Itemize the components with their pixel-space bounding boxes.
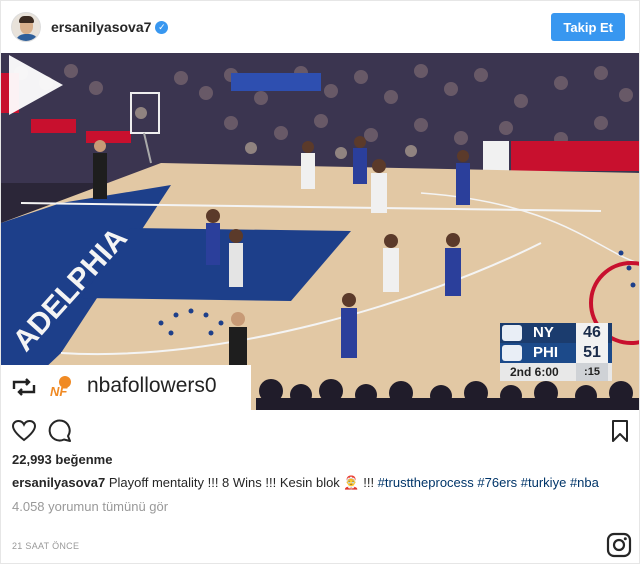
repost-icon bbox=[12, 378, 36, 396]
heart-icon[interactable] bbox=[11, 419, 37, 443]
follow-button[interactable]: Takip Et bbox=[551, 13, 625, 41]
quarter-clock: 2nd 6:00 bbox=[510, 365, 559, 379]
post-header: ersanilyasova7 ✓ Takip Et bbox=[1, 1, 639, 53]
caption-text: Playoff mentality !!! 8 Wins !!! Kesin b… bbox=[105, 475, 378, 490]
video-player[interactable]: ADELPHIA NY 46 PHI 51 2nd 6:00:15 NF nb… bbox=[1, 53, 639, 410]
bookmark-icon[interactable] bbox=[607, 419, 633, 443]
home-team: PHI bbox=[533, 344, 559, 361]
action-bar bbox=[1, 411, 639, 451]
game-clock: 2nd 6:00 :15 bbox=[500, 363, 612, 381]
svg-text:NF: NF bbox=[50, 384, 68, 398]
play-icon[interactable] bbox=[1, 53, 65, 117]
sixers-logo-icon bbox=[502, 345, 522, 361]
post-timestamp: 21 SAAT ÖNCE bbox=[12, 541, 80, 551]
hashtag[interactable]: #nba bbox=[570, 475, 599, 490]
repost-account: nbafollowers0 bbox=[87, 374, 217, 397]
username[interactable]: ersanilyasova7 bbox=[51, 19, 151, 35]
hashtag[interactable]: #76ers bbox=[477, 475, 517, 490]
hashtag[interactable]: #turkiye bbox=[521, 475, 567, 490]
scoreboard: NY 46 PHI 51 2nd 6:00 :15 bbox=[500, 323, 612, 383]
scoreboard-away-row: NY 46 bbox=[500, 323, 612, 343]
view-all-comments-link[interactable]: 4.058 yorumun tümünü gör bbox=[12, 499, 168, 514]
avatar[interactable] bbox=[11, 12, 41, 42]
knicks-logo-icon bbox=[502, 325, 522, 341]
nbafollowers-logo-icon: NF bbox=[50, 376, 71, 398]
instagram-post: ersanilyasova7 ✓ Takip Et ADELPHIA NY 46… bbox=[0, 0, 640, 564]
hashtag[interactable]: #trusttheprocess bbox=[378, 475, 474, 490]
repost-watermark: NF nbafollowers0 bbox=[1, 365, 251, 410]
verified-badge-icon: ✓ bbox=[155, 20, 169, 34]
home-score: 51 bbox=[576, 343, 608, 363]
comment-icon[interactable] bbox=[47, 419, 73, 443]
instagram-icon[interactable] bbox=[606, 532, 632, 558]
away-team: NY bbox=[533, 324, 554, 341]
shot-clock: :15 bbox=[576, 363, 608, 381]
caption: ersanilyasova7 Playoff mentality !!! 8 W… bbox=[12, 475, 632, 491]
like-count[interactable]: 22,993 beğenme bbox=[12, 452, 112, 467]
caption-username[interactable]: ersanilyasova7 bbox=[12, 475, 105, 490]
away-score: 46 bbox=[576, 323, 608, 343]
scoreboard-home-row: PHI 51 bbox=[500, 343, 612, 363]
